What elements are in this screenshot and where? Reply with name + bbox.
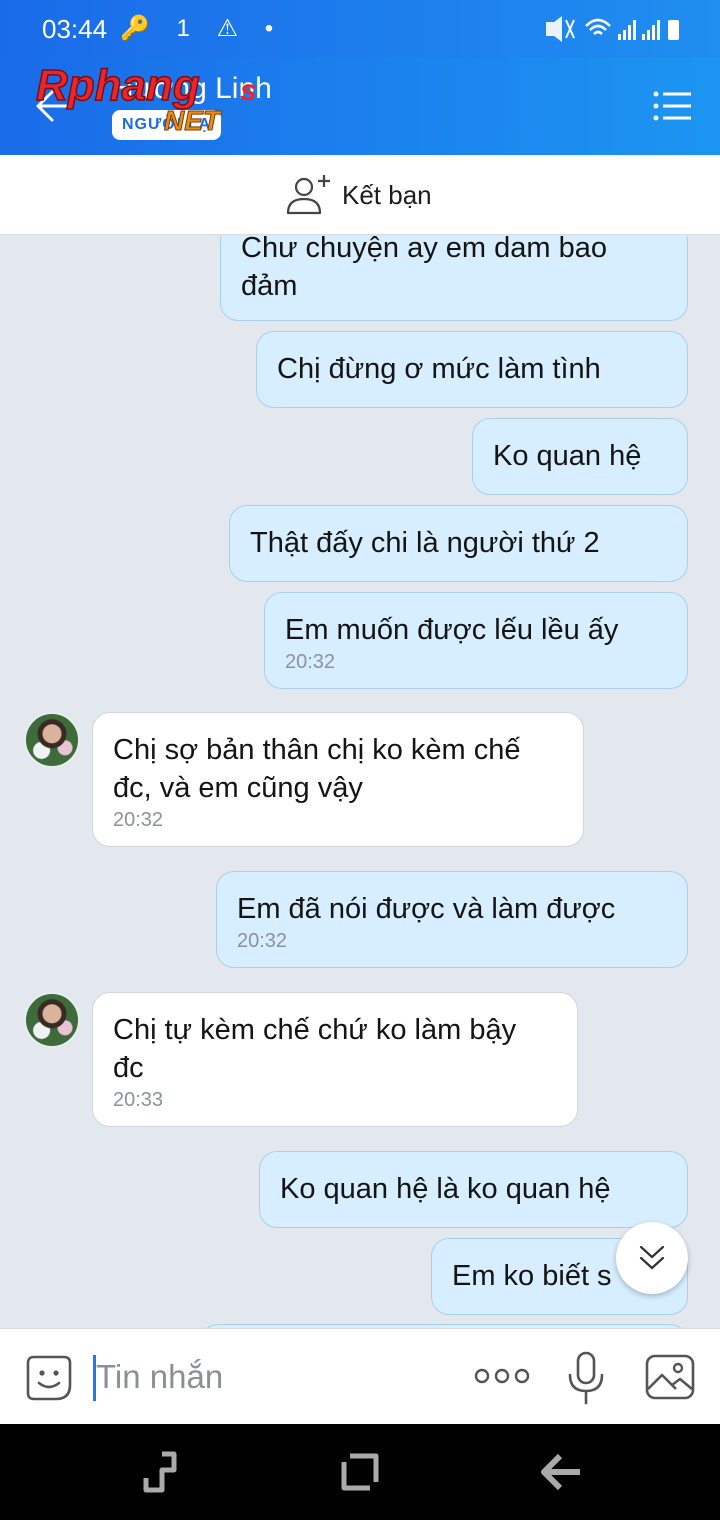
watermark-logo: Rphang s NET bbox=[34, 58, 264, 138]
message-text: Ko quan hệ là ko quan hệ bbox=[280, 1173, 611, 1205]
status-time: 03:44 bbox=[42, 14, 108, 44]
back-icon bbox=[541, 1453, 580, 1491]
system-nav-bar bbox=[0, 1424, 720, 1520]
image-icon bbox=[645, 1354, 695, 1400]
home-button[interactable] bbox=[338, 1450, 382, 1494]
message-text: đc bbox=[113, 1052, 144, 1084]
double-chevron-down-icon bbox=[639, 1245, 665, 1270]
add-friend-bar: Kết bạn bbox=[0, 155, 720, 235]
message-input-bar bbox=[0, 1328, 720, 1424]
message-text: Thật đấy chi là người thứ 2 bbox=[250, 527, 600, 559]
status-right-icons bbox=[542, 16, 682, 50]
emoji-sticker-icon bbox=[26, 1355, 72, 1401]
message-bubble-outgoing[interactable]: Em muốn được lếu lều ấy 20:32 bbox=[264, 592, 688, 689]
list-menu-icon bbox=[653, 91, 691, 121]
message-text: đảm bbox=[241, 270, 298, 302]
message-bubble-outgoing[interactable]: Em đã nói được và làm được 20:32 bbox=[216, 871, 688, 968]
message-time: 20:32 bbox=[285, 651, 336, 673]
message-text: Em đã nói được và làm được bbox=[237, 893, 616, 925]
message-text: Em muốn được lếu lều ấy bbox=[285, 614, 619, 646]
add-friend-label: Kết bạn bbox=[342, 179, 432, 210]
message-text: Chị đừng ơ mức làm tình bbox=[277, 353, 601, 385]
recent-apps-button[interactable] bbox=[140, 1450, 180, 1494]
message-text: Ko quan hệ bbox=[493, 440, 642, 472]
svg-text:s: s bbox=[240, 74, 257, 107]
svg-text:Rphang: Rphang bbox=[36, 61, 200, 110]
message-text: Chư chuyện ay em dam bao bbox=[241, 236, 607, 264]
menu-button[interactable] bbox=[652, 86, 692, 126]
back-nav-button[interactable] bbox=[538, 1450, 584, 1494]
microphone-icon bbox=[568, 1351, 604, 1405]
sticker-button[interactable] bbox=[24, 1353, 74, 1403]
message-time: 20:33 bbox=[113, 1089, 164, 1111]
message-bubble-incoming[interactable]: Chị tự kèm chế chứ ko làm bậy đc 20:33 bbox=[92, 992, 578, 1127]
message-input[interactable] bbox=[96, 1347, 436, 1407]
voice-record-button[interactable] bbox=[566, 1351, 606, 1405]
contact-avatar[interactable] bbox=[24, 992, 80, 1048]
more-dots-icon bbox=[474, 1368, 530, 1384]
message-bubble-outgoing[interactable]: Chị đừng ơ mức làm tình bbox=[256, 331, 688, 408]
message-bubble-outgoing[interactable]: Ko quan hệ bbox=[472, 418, 688, 495]
message-text: Chị tự kèm chế chứ ko làm bậy bbox=[113, 1014, 517, 1046]
scroll-down-button[interactable] bbox=[616, 1222, 688, 1294]
message-time: 20:32 bbox=[113, 809, 164, 831]
message-bubble-outgoing[interactable]: Chư chuyện ay em dam bao đảm bbox=[220, 236, 688, 321]
home-icon bbox=[341, 1453, 379, 1491]
add-friend-button[interactable]: Kết bạn bbox=[286, 171, 432, 219]
send-image-button[interactable] bbox=[644, 1353, 696, 1401]
recent-apps-icon bbox=[143, 1451, 177, 1493]
svg-text:NET: NET bbox=[164, 105, 223, 136]
message-bubble-outgoing[interactable]: Ko quan hệ là ko quan hệ bbox=[259, 1151, 688, 1228]
chat-messages[interactable]: Chư chuyện ay em dam bao đảm Chị đừng ơ … bbox=[0, 236, 720, 1328]
message-text: đc, và em cũng vậy bbox=[113, 772, 363, 804]
message-bubble-outgoing[interactable]: Thật đấy chi là người thứ 2 bbox=[229, 505, 688, 582]
status-bar: 03:44 🔑 1 ⚠ • bbox=[0, 0, 720, 58]
message-bubble-incoming[interactable]: Chị sợ bản thân chị ko kèm chế đc, và em… bbox=[92, 712, 584, 847]
more-options-button[interactable] bbox=[474, 1361, 530, 1391]
message-text: Chị sợ bản thân chị ko kèm chế bbox=[113, 734, 521, 766]
status-left-icons: 🔑 1 ⚠ • bbox=[120, 15, 284, 42]
message-time: 20:32 bbox=[237, 930, 288, 952]
chat-header: Hương Linh NGƯỜI LẠ Rphang s NET bbox=[0, 58, 720, 155]
contact-avatar[interactable] bbox=[24, 712, 80, 768]
add-person-icon bbox=[286, 175, 330, 215]
